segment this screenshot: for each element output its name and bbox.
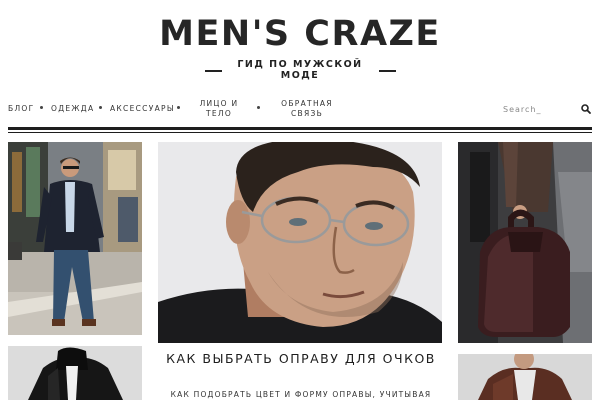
featured-post-excerpt: КАК ПОДОБРАТЬ ЦВЕТ И ФОРМУ ОПРАВЫ, УЧИТЫ… — [170, 390, 432, 399]
glasses-man-photo — [158, 142, 442, 343]
main-nav: БЛОГ ОДЕЖДА АКСЕССУАРЫ ЛИЦО И ТЕЛО ОБРАТ… — [0, 99, 600, 127]
tagline-block: ГИД ПО МУЖСКОЙ МОДЕ — [0, 57, 600, 87]
post-thumbnail-street-style[interactable] — [8, 142, 142, 335]
tagline-dash-right — [379, 70, 396, 72]
search-input[interactable]: Search_ — [503, 105, 541, 114]
nav-separator — [40, 106, 43, 109]
nav-item-clothing[interactable]: ОДЕЖДА — [51, 104, 94, 114]
post-thumbnail-leather-bag[interactable] — [458, 142, 592, 343]
post-thumbnail-brown-jacket[interactable] — [458, 354, 592, 400]
nav-rule-thick — [8, 127, 592, 130]
brown-jacket-photo — [458, 354, 592, 400]
jacket-photo — [8, 346, 142, 400]
leather-bag-photo — [458, 142, 592, 343]
post-thumbnail-jacket[interactable] — [8, 346, 142, 400]
featured-post-image[interactable] — [158, 142, 442, 343]
nav-item-feedback[interactable]: ОБРАТНАЯ СВЯЗЬ — [280, 99, 334, 118]
search-icon[interactable] — [580, 103, 592, 115]
site-title[interactable]: MEN'S CRAZE — [0, 14, 600, 54]
street-style-photo — [8, 142, 142, 335]
nav-item-accessories[interactable]: АКСЕССУАРЫ — [110, 104, 175, 114]
nav-item-blog[interactable]: БЛОГ — [8, 104, 34, 114]
featured-post-title[interactable]: КАК ВЫБРАТЬ ОПРАВУ ДЛЯ ОЧКОВ — [160, 351, 442, 366]
nav-item-face-body[interactable]: ЛИЦО И ТЕЛО — [196, 99, 242, 118]
nav-separator — [257, 106, 260, 109]
site-tagline: ГИД ПО МУЖСКОЙ МОДЕ — [237, 59, 363, 81]
nav-separator — [177, 106, 180, 109]
nav-separator — [99, 106, 102, 109]
tagline-dash-left — [205, 70, 222, 72]
nav-rule-thin — [8, 132, 592, 133]
